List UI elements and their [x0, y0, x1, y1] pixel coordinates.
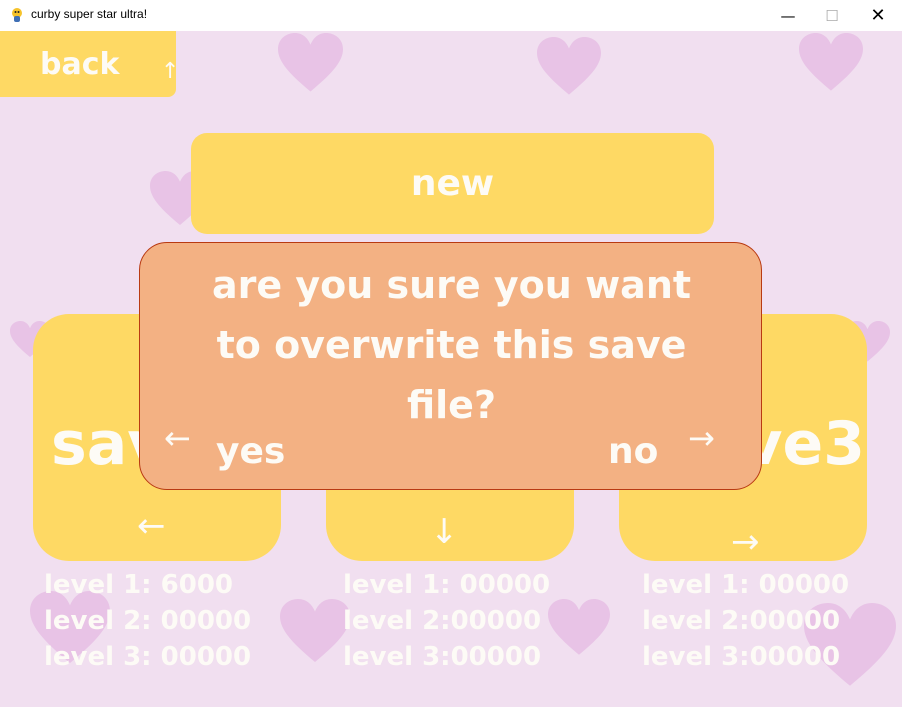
- new-game-button[interactable]: new: [191, 133, 714, 234]
- heart-icon: [548, 599, 610, 655]
- minimize-icon: —: [780, 6, 796, 25]
- heart-icon: [799, 33, 863, 91]
- level-score: level 1: 00000: [642, 570, 850, 600]
- level-score: level 1: 00000: [343, 570, 551, 600]
- level-score: level 2: 00000: [44, 606, 252, 636]
- heart-icon: [280, 599, 350, 662]
- dialog-message: are you sure you want to overwrite this …: [160, 255, 743, 435]
- maximize-button[interactable]: ☐: [809, 0, 855, 31]
- level-score: level 3:00000: [642, 642, 841, 672]
- level-score: level 1: 6000: [44, 570, 233, 600]
- new-game-label: new: [410, 163, 495, 204]
- minimize-button[interactable]: —: [765, 0, 811, 31]
- level-score: level 3: 00000: [44, 642, 252, 672]
- dialog-message-line: to overwrite this save: [216, 323, 687, 367]
- overwrite-confirm-dialog: are you sure you want to overwrite this …: [139, 242, 762, 490]
- close-icon: ✕: [870, 5, 886, 26]
- dialog-message-line: file?: [406, 383, 496, 427]
- level-score: level 3:00000: [343, 642, 542, 672]
- maximize-icon: ☐: [825, 6, 839, 25]
- down-arrow-icon: ↓: [430, 512, 459, 552]
- level-score: level 2:00000: [343, 606, 542, 636]
- up-arrow-icon: ↑: [161, 59, 180, 84]
- heart-icon: [278, 33, 343, 92]
- close-button[interactable]: ✕: [855, 0, 901, 31]
- save-slot-1-scores: level 1: 6000 level 2: 00000 level 3: 00…: [44, 567, 251, 675]
- heart-icon: [537, 37, 601, 95]
- window-titlebar: curby super star ultra! — ☐ ✕: [0, 0, 902, 32]
- level-score: level 2:00000: [642, 606, 841, 636]
- back-button-label: back: [40, 46, 120, 82]
- yes-button[interactable]: yes: [216, 431, 285, 472]
- no-button[interactable]: no: [608, 431, 658, 472]
- left-arrow-icon: ←: [164, 419, 191, 457]
- dialog-message-line: are you sure you want: [211, 263, 692, 307]
- right-arrow-icon: →: [731, 522, 760, 561]
- right-arrow-icon: →: [688, 419, 715, 457]
- pygame-snake-icon: [12, 8, 22, 22]
- left-arrow-icon: ←: [137, 506, 166, 546]
- save-slot-3-scores: level 1: 00000 level 2:00000 level 3:000…: [642, 567, 849, 675]
- save-slot-2-scores: level 1: 00000 level 2:00000 level 3:000…: [343, 567, 550, 675]
- back-button[interactable]: back ↑: [0, 31, 180, 97]
- game-canvas: back ↑ new save1 ← ↓ save3 → level 1: 60…: [0, 31, 902, 707]
- window-title: curby super star ultra!: [31, 7, 148, 21]
